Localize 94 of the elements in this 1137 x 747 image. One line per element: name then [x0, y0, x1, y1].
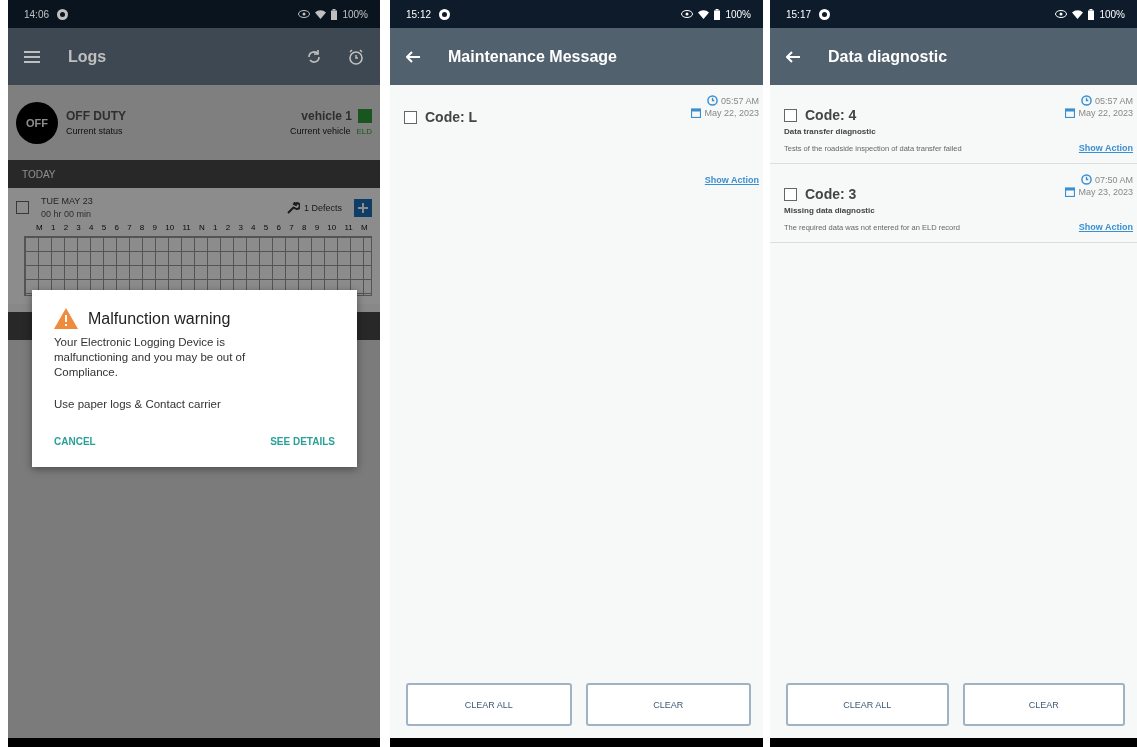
hour-label: 3 [238, 223, 243, 232]
clock-icon[interactable] [348, 48, 364, 65]
connection-indicator [358, 109, 372, 123]
clock-icon [706, 95, 718, 106]
log-duration: 00 hr 00 min [41, 209, 93, 219]
dialog-title: Malfunction warning [88, 309, 231, 328]
warning-icon [54, 308, 78, 329]
calendar-icon [1065, 187, 1076, 197]
message-time: 05:57 AM [1094, 95, 1133, 106]
hour-label: 1 [50, 223, 56, 232]
screen-title: Logs [68, 47, 108, 66]
defects-link[interactable]: 1 Defects [303, 202, 342, 213]
log-date: TUE MAY 23 [41, 196, 94, 206]
status-caption: Current status [66, 126, 124, 136]
section-header: TODAY [8, 160, 380, 188]
wifi-icon [1072, 9, 1084, 19]
duty-badge: OFF [16, 101, 58, 144]
hour-label: 11 [182, 223, 191, 232]
vehicle-name: vehicle 1 [301, 109, 352, 123]
clear-button[interactable]: CLEAR ALL [406, 683, 572, 726]
status-time: 14:06 [24, 8, 50, 20]
hour-label: 1 [213, 223, 218, 232]
battery-icon [1088, 8, 1095, 20]
add-button[interactable] [354, 198, 372, 217]
message-code: Code: 4 [805, 107, 857, 123]
clock-icon [1080, 174, 1092, 185]
calendar-icon [691, 108, 702, 118]
wifi-icon [315, 9, 327, 19]
screen-title: Maintenance Message [448, 47, 618, 66]
clear-button[interactable]: CLEAR [962, 683, 1125, 726]
hour-label: 6 [114, 223, 119, 232]
message-time: 05:57 AM [720, 95, 759, 106]
wifi-icon [698, 9, 710, 19]
hour-label: 4 [89, 223, 94, 232]
hour-label: 10 [327, 223, 337, 232]
checkbox[interactable] [404, 110, 417, 124]
hour-label: 10 [165, 223, 175, 232]
hour-label: M [36, 223, 43, 232]
checkbox[interactable] [16, 201, 29, 214]
dialog-note: Use paper logs & Contact carrier [54, 397, 222, 410]
hour-label: 4 [251, 223, 256, 232]
hour-label: 2 [225, 223, 231, 232]
hour-label: M [361, 223, 368, 232]
hour-label: 9 [314, 223, 320, 232]
message-date: May 23, 2023 [1078, 187, 1133, 197]
hour-label: 5 [263, 223, 269, 232]
hour-label: 6 [276, 223, 281, 232]
eye-icon [681, 10, 694, 18]
eye-icon [298, 10, 311, 18]
hour-label: 8 [139, 223, 145, 232]
hour-label: 5 [101, 223, 107, 232]
message-time: 07:50 AM [1094, 174, 1133, 185]
duty-status: OFF DUTY [66, 109, 126, 123]
eye-icon [1055, 10, 1068, 18]
hour-label: 7 [127, 223, 132, 232]
hour-label: 3 [76, 223, 81, 232]
menu-icon[interactable] [24, 50, 40, 63]
message-subtitle: Missing data diagnostic [784, 206, 876, 215]
battery-icon [714, 8, 721, 20]
notification-icon [819, 8, 831, 20]
battery-icon [331, 8, 338, 20]
battery-level: 100% [725, 8, 751, 20]
notification-icon [57, 8, 69, 20]
hour-label: 2 [63, 223, 69, 232]
clock-icon [1080, 95, 1092, 106]
vehicle-caption: Current vehicle [289, 126, 351, 136]
message-subtitle: Data transfer diagnostic [784, 127, 877, 136]
sync-icon[interactable] [306, 48, 322, 65]
status-time: 15:17 [786, 8, 812, 20]
hour-label: 7 [289, 223, 294, 232]
dialog-message: Your Electronic Logging Device is malfunctioning and you may be out of Compliance. [54, 335, 247, 380]
clear-button[interactable]: CLEAR ALL [786, 683, 949, 726]
checkbox[interactable] [784, 108, 797, 122]
eld-label: ELD [356, 126, 372, 136]
clear-button[interactable]: CLEAR [585, 683, 751, 726]
hour-label: N [198, 223, 205, 232]
screen-title: Data diagnostic [828, 47, 949, 66]
back-arrow-icon[interactable] [406, 50, 420, 63]
back-arrow-icon[interactable] [786, 50, 800, 63]
battery-level: 100% [1099, 8, 1125, 20]
notification-icon [439, 8, 451, 20]
message-date: May 22, 2023 [1078, 108, 1133, 118]
hour-label: 9 [152, 223, 157, 232]
message-item[interactable]: Code: L 05:57 AM May 22, 2023 Show Action [390, 85, 763, 195]
checkbox[interactable] [784, 187, 797, 201]
hour-label: 8 [301, 223, 307, 232]
message-code: Code: L [425, 109, 478, 125]
message-date: May 22, 2023 [704, 108, 759, 118]
hour-label: 11 [344, 223, 353, 232]
status-time: 15:12 [406, 8, 432, 20]
battery-level: 100% [342, 8, 368, 20]
message-code: Code: 3 [805, 186, 857, 202]
calendar-icon [1065, 108, 1076, 118]
wrench-icon [285, 201, 300, 214]
